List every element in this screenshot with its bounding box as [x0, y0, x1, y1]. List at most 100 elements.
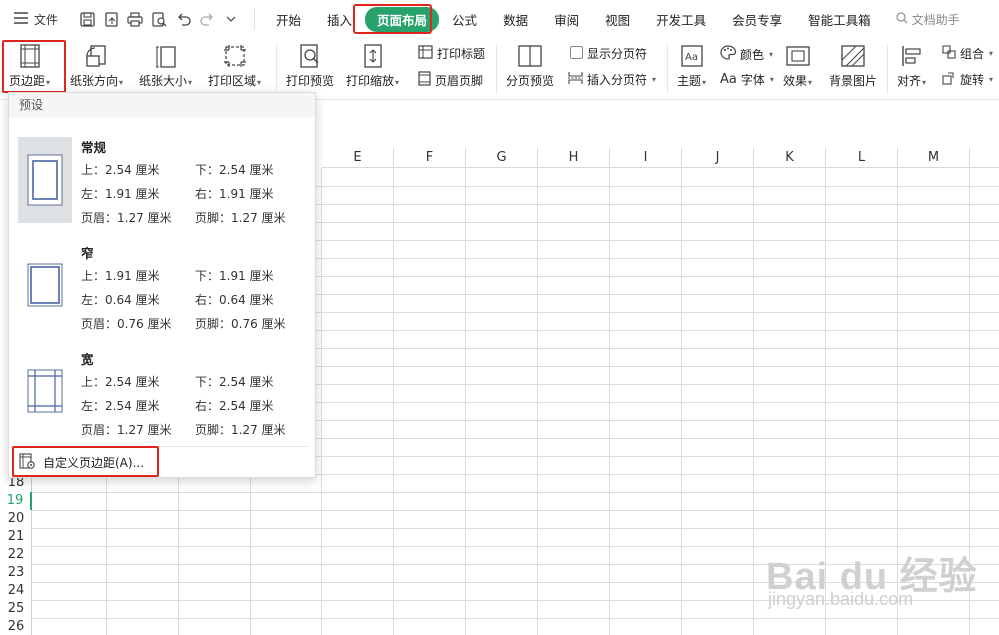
print-preview-large-icon — [297, 43, 323, 69]
file-menu-button[interactable]: 文件 — [0, 11, 74, 28]
tab-formulas[interactable]: 公式 — [439, 10, 490, 29]
preset-footer: 页脚：1.27 厘米 — [195, 211, 286, 225]
menu-bar: 文件 开始 插入 页面布局 公式 数据 审阅 视图 开发工具 会员专享 智能工具… — [0, 0, 999, 38]
undo-icon[interactable] — [174, 10, 192, 28]
theme-button[interactable]: Aa 主题▾ — [677, 38, 706, 89]
tab-developer[interactable]: 开发工具 — [643, 10, 719, 29]
background-image-label: 背景图片 — [829, 74, 878, 88]
ribbon-divider — [667, 44, 668, 94]
align-icon — [899, 43, 925, 69]
column-header-h[interactable]: H — [538, 148, 610, 168]
print-area-label: 打印区域 — [208, 74, 257, 88]
customize-chevron-icon[interactable] — [222, 10, 240, 28]
orientation-button[interactable]: 纸张方向▾ — [70, 38, 123, 89]
preset-left: 左：2.54 厘米 — [81, 399, 160, 413]
export-pdf-icon[interactable] — [102, 10, 120, 28]
column-header-m[interactable]: M — [898, 148, 970, 168]
background-image-button[interactable]: 背景图片 — [829, 38, 877, 89]
group-button[interactable]: 组合 ▾ — [942, 45, 993, 62]
font-icon: Aa — [720, 72, 737, 87]
quick-access-toolbar — [78, 10, 240, 28]
tab-member[interactable]: 会员专享 — [719, 10, 795, 29]
grid-line — [32, 492, 999, 493]
row-header-21[interactable]: 21 — [0, 528, 32, 546]
paper-size-label: 纸张大小 — [139, 74, 188, 88]
preset-top: 上：2.54 厘米 — [81, 375, 160, 389]
background-image-icon — [840, 43, 866, 69]
row-header-20[interactable]: 20 — [0, 510, 32, 528]
preset-bottom: 下：1.91 厘米 — [195, 269, 274, 283]
column-header-j[interactable]: J — [682, 148, 754, 168]
orientation-icon — [84, 43, 110, 69]
tab-home[interactable]: 开始 — [263, 10, 314, 29]
active-tab-highlight — [353, 4, 432, 34]
preset-narrow[interactable]: 窄 上：1.91 厘米 下：1.91 厘米 左：0.64 厘米 右：0.64 厘… — [9, 241, 315, 341]
print-area-icon — [222, 43, 248, 69]
row-header-25[interactable]: 25 — [0, 600, 32, 618]
preset-wide[interactable]: 宽 上：2.54 厘米 下：2.54 厘米 左：2.54 厘米 右：2.54 厘… — [9, 347, 315, 447]
preset-header: 页眉：1.27 厘米 — [81, 211, 172, 225]
print-preview-label: 打印预览 — [286, 74, 335, 88]
column-header-i[interactable]: I — [610, 148, 682, 168]
ribbon-divider — [887, 44, 888, 94]
theme-icon: Aa — [679, 43, 705, 69]
insert-page-break-button[interactable]: 插入分页符 ▾ — [568, 71, 656, 88]
print-icon[interactable] — [126, 10, 144, 28]
column-header-g[interactable]: G — [466, 148, 538, 168]
preset-top: 上：1.91 厘米 — [81, 269, 160, 283]
tab-review[interactable]: 审阅 — [541, 10, 592, 29]
column-header-f[interactable]: F — [394, 148, 466, 168]
column-header-e[interactable]: E — [322, 148, 394, 168]
preset-right: 右：0.64 厘米 — [195, 293, 274, 307]
save-icon[interactable] — [78, 10, 96, 28]
column-header-l[interactable]: L — [826, 148, 898, 168]
print-area-button[interactable]: 打印区域▾ — [208, 38, 261, 89]
preset-bottom: 下：2.54 厘米 — [195, 375, 274, 389]
paper-size-icon — [153, 43, 179, 69]
row-header-19[interactable]: 19 — [0, 492, 32, 510]
preset-footer: 页脚：0.76 厘米 — [195, 317, 286, 331]
preset-header: 页眉：0.76 厘米 — [81, 317, 172, 331]
show-page-breaks-checkbox[interactable]: 显示分页符 — [570, 45, 647, 62]
row-header-24[interactable]: 24 — [0, 582, 32, 600]
row-header-26[interactable]: 26 — [0, 618, 32, 635]
page-break-preview-button[interactable]: 分页预览 — [506, 38, 554, 89]
print-preview-icon[interactable] — [150, 10, 168, 28]
header-footer-button[interactable]: 页眉页脚 — [418, 71, 483, 89]
hamburger-icon — [14, 11, 28, 27]
effects-button[interactable]: 效果▾ — [783, 38, 812, 89]
print-preview-button[interactable]: 打印预览 — [286, 38, 334, 89]
margins-dropdown-panel: 预设 常规 上：2.54 厘米 下：2.54 厘米 左：1.91 厘米 右：1.… — [8, 92, 316, 478]
grid-line — [32, 528, 999, 529]
orientation-label: 纸张方向 — [70, 74, 119, 88]
print-scale-button[interactable]: 打印缩放▾ — [346, 38, 399, 89]
print-titles-button[interactable]: 打印标题 — [418, 45, 485, 62]
presets-heading: 预设 — [9, 93, 315, 117]
preset-name: 宽 — [81, 352, 94, 367]
print-titles-icon — [418, 45, 433, 62]
ribbon-divider — [496, 44, 497, 94]
group-icon — [942, 45, 956, 62]
fonts-button[interactable]: Aa 字体 ▾ — [720, 71, 774, 88]
paper-size-button[interactable]: 纸张大小▾ — [139, 38, 192, 89]
margins-button-highlight — [2, 40, 66, 93]
header-footer-icon — [418, 71, 431, 89]
column-header-k[interactable]: K — [754, 148, 826, 168]
preset-normal[interactable]: 常规 上：2.54 厘米 下：2.54 厘米 左：1.91 厘米 右：1.91 … — [9, 135, 315, 235]
rotate-button[interactable]: 旋转 ▾ — [942, 71, 993, 88]
tab-data[interactable]: 数据 — [490, 10, 541, 29]
baidu-jingyan-watermark: Bai du 经验 jingyan.baidu.com — [758, 535, 988, 625]
row-header-22[interactable]: 22 — [0, 546, 32, 564]
print-scale-icon — [360, 43, 386, 69]
row-header-23[interactable]: 23 — [0, 564, 32, 582]
tab-view[interactable]: 视图 — [592, 10, 643, 29]
colors-button[interactable]: 颜色 ▾ — [720, 45, 773, 63]
align-button[interactable]: 对齐▾ — [897, 38, 926, 89]
column-header-next[interactable] — [970, 148, 999, 168]
tab-smart-toolbox[interactable]: 智能工具箱 — [795, 10, 884, 29]
doc-assistant-search[interactable]: 文档助手 — [896, 11, 960, 28]
preset-name: 常规 — [81, 140, 107, 155]
preset-left: 左：1.91 厘米 — [81, 187, 160, 201]
preset-footer: 页脚：1.27 厘米 — [195, 423, 286, 437]
redo-icon[interactable] — [198, 10, 216, 28]
